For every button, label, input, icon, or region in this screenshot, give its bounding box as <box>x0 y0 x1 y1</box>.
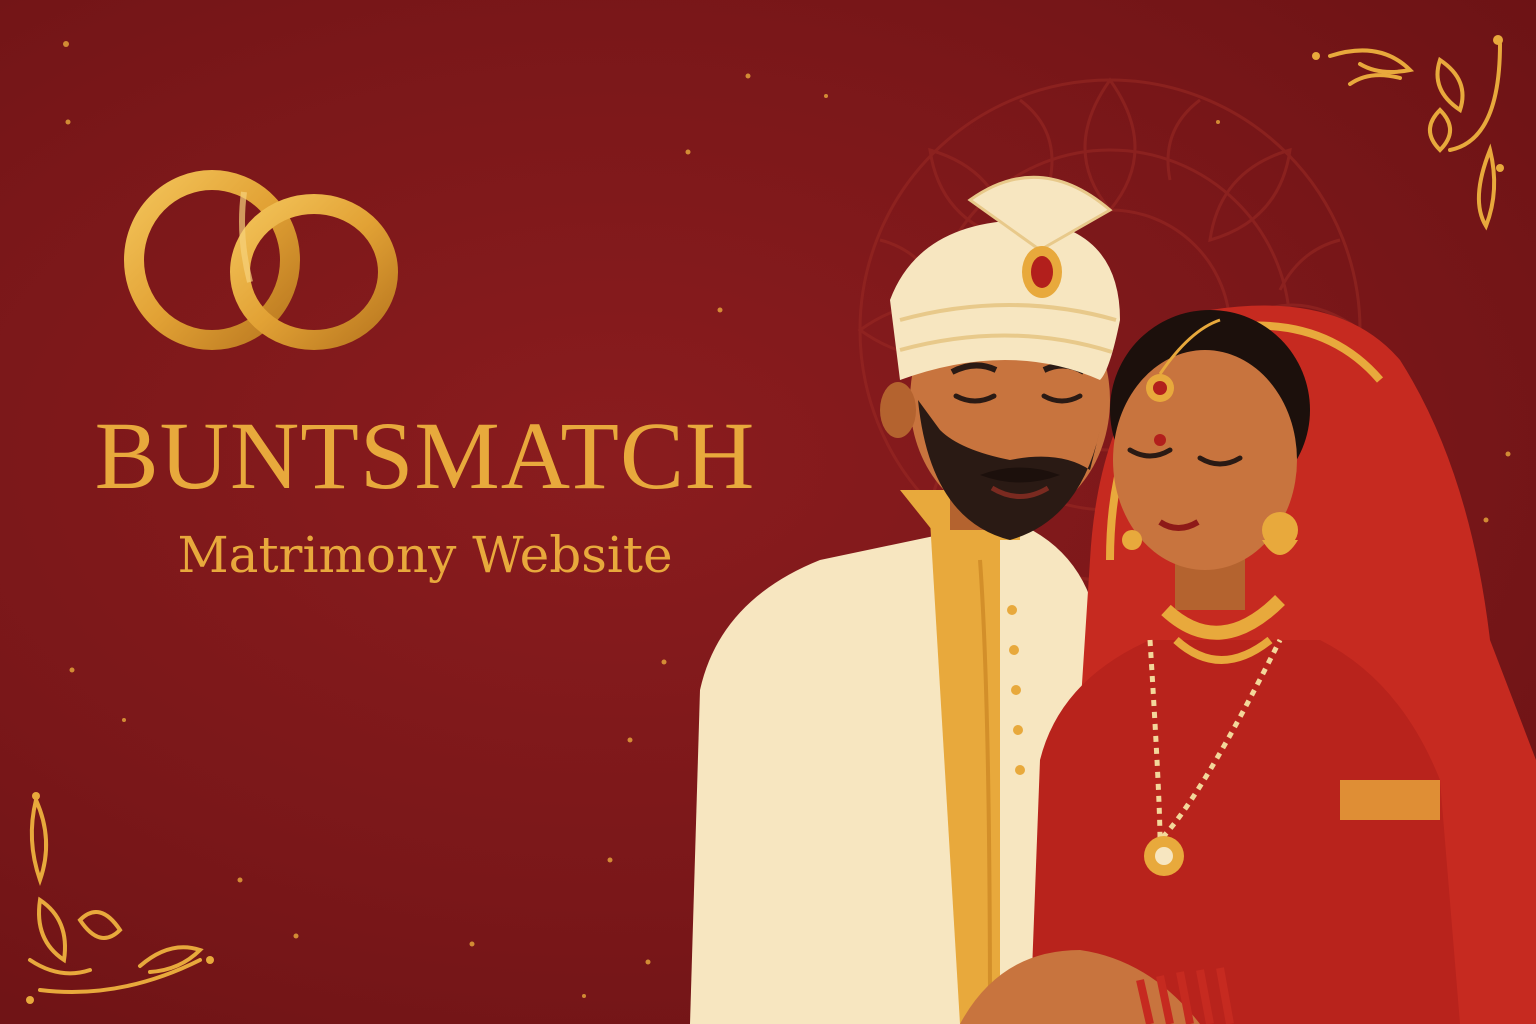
couple-illustration <box>690 175 1536 1024</box>
